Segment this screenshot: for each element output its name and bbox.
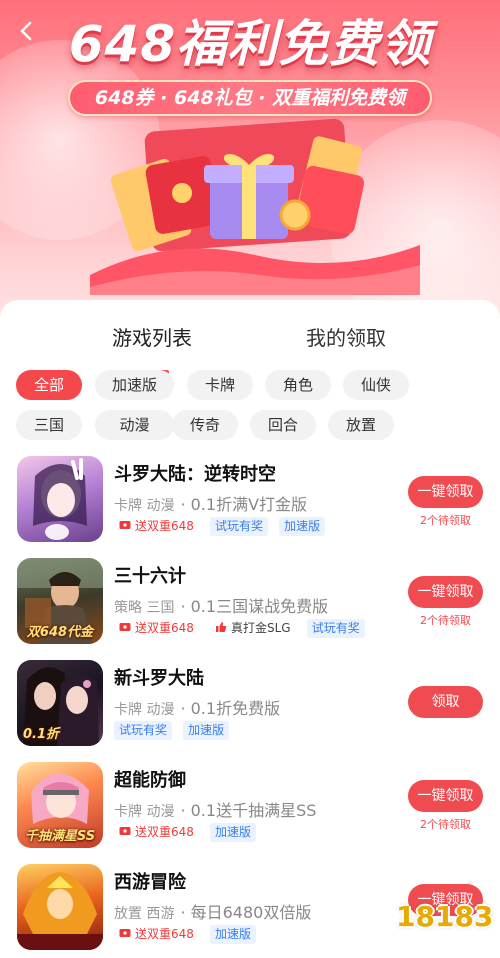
pending-count: 2个待领取	[420, 818, 471, 831]
claim-button[interactable]: 领取	[408, 686, 483, 718]
chip-turn-based[interactable]: 回合	[250, 410, 316, 440]
coupon-icon	[119, 521, 131, 529]
coupon-icon	[119, 929, 131, 937]
game-name: 斗罗大陆：逆转时空	[114, 464, 276, 485]
tag-double-648: 送双重648	[114, 517, 199, 536]
banner-title: 648福利免费领	[68, 15, 432, 73]
game-meta: 卡牌 动漫 · 0.1折满V打金版	[114, 491, 307, 515]
tag-speed-version: 加速版	[210, 925, 257, 944]
tag-trial-reward: 试玩有奖	[210, 517, 269, 536]
coupon-icon	[119, 827, 131, 835]
claim-all-button[interactable]: 一键领取	[408, 780, 483, 812]
tag-speed-version: 加速版	[183, 721, 230, 740]
tag-speed-version: 加速版	[279, 517, 326, 536]
game-meta: 策略 三国 · 0.1三国谋战免费版	[114, 593, 328, 617]
tag-double-648: 送双重648	[114, 619, 199, 638]
tab-game-list[interactable]: 游戏列表	[112, 322, 192, 351]
game-icon[interactable]: 0.1折	[17, 660, 103, 746]
game-genres: 放置 西游	[114, 906, 175, 922]
game-row[interactable]: 斗罗大陆：逆转时空 卡牌 动漫 · 0.1折满V打金版 送双重648 试玩有奖 加…	[0, 456, 500, 556]
tag-trial-reward: 试玩有奖	[114, 721, 173, 740]
game-desc: · 0.1三国谋战免费版	[180, 597, 329, 616]
game-genres: 卡牌 动漫	[114, 804, 175, 820]
gift-illustration	[90, 118, 420, 295]
game-desc: · 每日6480双倍版	[180, 903, 312, 922]
game-icon[interactable]: 千抽满星SS	[17, 762, 103, 848]
chip-xianxia[interactable]: 仙侠	[343, 370, 409, 400]
game-tags: 送双重648 试玩有奖 加速版	[114, 517, 331, 537]
game-name: 新斗罗大陆	[114, 668, 204, 689]
tag-trial-reward: 试玩有奖	[306, 619, 365, 638]
game-name: 西游冒险	[114, 872, 186, 893]
game-tags: 送双重648 加速版	[114, 823, 262, 843]
game-tags: 试玩有奖 加速版	[114, 721, 235, 741]
tag-real-gold-slg: 真打金SLG	[210, 619, 296, 638]
chip-role[interactable]: 角色	[265, 370, 331, 400]
game-row[interactable]: 0.1折 新斗罗大陆 卡牌 动漫 · 0.1折免费版 试玩有奖 加速版 领取	[0, 660, 500, 760]
promo-banner: 648福利免费领 648券 · 648礼包 · 双重福利免费领	[0, 0, 500, 325]
coupon-icon	[119, 623, 131, 631]
pending-count: 2个待领取	[420, 514, 471, 527]
chip-anime[interactable]: 动漫	[95, 410, 174, 440]
game-meta: 卡牌 动漫 · 0.1折免费版	[114, 695, 280, 719]
pending-count: 2个待领取	[420, 614, 471, 627]
game-meta: 卡牌 动漫 · 0.1送千抽满星SS	[114, 797, 316, 821]
chip-idle[interactable]: 放置	[328, 410, 394, 440]
claim-all-button[interactable]: 一键领取	[408, 576, 483, 608]
banner-subtitle: 648券 · 648礼包 · 双重福利免费领	[68, 80, 432, 116]
game-tags: 送双重648 真打金SLG 试玩有奖	[114, 619, 371, 639]
game-icon[interactable]	[17, 864, 103, 950]
chip-speed[interactable]: 加速版	[95, 370, 174, 400]
chip-card[interactable]: 卡牌	[187, 370, 253, 400]
icon-caption: 双648代金	[26, 625, 94, 640]
tag-double-648: 送双重648	[114, 925, 199, 944]
game-row[interactable]: 千抽满星SS 超能防御 卡牌 动漫 · 0.1送千抽满星SS 送双重648 加速版…	[0, 762, 500, 862]
tab-bar: 游戏列表 我的领取	[0, 322, 500, 374]
chip-legend[interactable]: 传奇	[172, 410, 238, 440]
game-desc: · 0.1折满V打金版	[180, 495, 308, 514]
game-genres: 策略 三国	[114, 600, 175, 616]
claim-all-button[interactable]: 一键领取	[408, 476, 483, 508]
chip-all[interactable]: 全部	[16, 370, 82, 400]
game-icon[interactable]: 双648代金	[17, 558, 103, 644]
tag-double-648: 送双重648	[114, 823, 199, 842]
game-meta: 放置 西游 · 每日6480双倍版	[114, 899, 311, 923]
game-desc: · 0.1折免费版	[180, 699, 281, 718]
chip-three-kingdoms[interactable]: 三国	[16, 410, 82, 440]
game-icon[interactable]	[17, 456, 103, 542]
game-genres: 卡牌 动漫	[114, 702, 175, 718]
game-name: 三十六计	[114, 566, 186, 587]
game-tags: 送双重648 加速版	[114, 925, 262, 945]
game-row[interactable]: 双648代金 三十六计 策略 三国 · 0.1三国谋战免费版 送双重648 真打金…	[0, 558, 500, 658]
tag-speed-version: 加速版	[210, 823, 257, 842]
thumb-up-icon	[216, 622, 227, 632]
game-genres: 卡牌 动漫	[114, 498, 175, 514]
tab-my-claims[interactable]: 我的领取	[306, 322, 386, 351]
game-desc: · 0.1送千抽满星SS	[180, 801, 317, 820]
game-name: 超能防御	[114, 770, 186, 791]
icon-caption: 千抽满星SS	[24, 829, 96, 844]
icon-caption: 0.1折	[23, 727, 60, 742]
site-watermark: 18183	[396, 900, 494, 933]
